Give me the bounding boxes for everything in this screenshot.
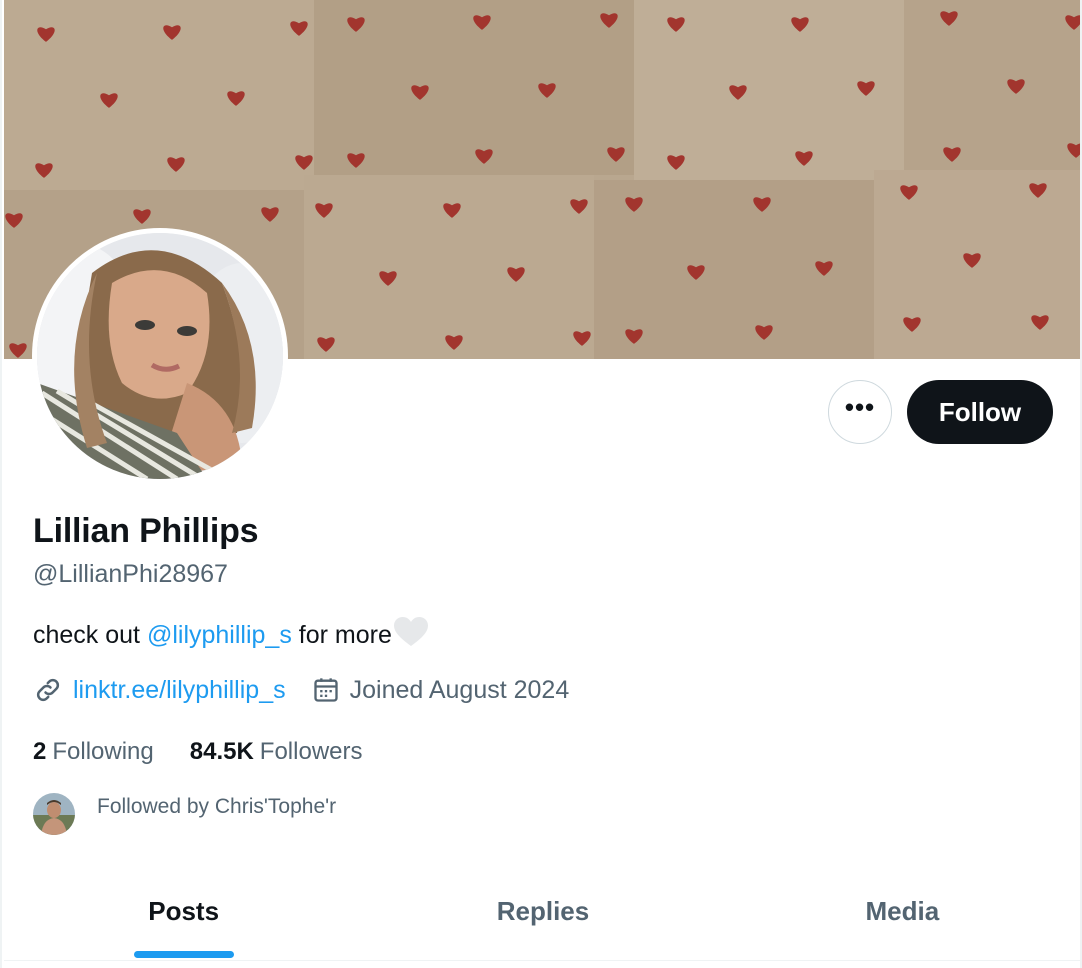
follow-button[interactable]: Follow [907, 380, 1053, 444]
following-count: 2 [33, 738, 47, 765]
tab-label: Media [865, 896, 940, 926]
white-heart-icon [393, 617, 428, 654]
followers-count: 84.5K [189, 738, 254, 765]
tabs-divider [4, 960, 1080, 961]
followed-by[interactable]: Followed by Chris'Tophe'r [33, 793, 336, 835]
profile-bio: check out @lilyphillip_s for more [33, 617, 428, 654]
more-options-button[interactable]: ••• [828, 380, 892, 444]
following-label: Following [52, 738, 154, 765]
tab-label: Posts [148, 896, 220, 926]
joined-date: Joined August 2024 [349, 675, 570, 704]
active-tab-indicator [133, 951, 234, 958]
followers-link[interactable]: 84.5K Followers [190, 738, 363, 766]
tab-replies[interactable]: Replies [363, 870, 722, 960]
bio-mention-link[interactable]: @lilyphillip_s [147, 621, 292, 650]
link-icon [33, 675, 63, 705]
bio-text-prefix: check out [33, 621, 147, 649]
profile-meta: linktr.ee/lilyphillip_s Joined August 20… [33, 675, 569, 705]
followers-label: Followers [259, 738, 363, 765]
tab-posts[interactable]: Posts [4, 870, 363, 960]
profile-page: ••• Follow Lillian Phillips @LillianPhi2… [0, 0, 1082, 968]
calendar-icon [312, 676, 340, 704]
following-link[interactable]: 2 Following [33, 738, 154, 766]
display-name: Lillian Phillips [33, 512, 259, 550]
bio-text-suffix: for more [291, 621, 392, 649]
followed-by-text: Followed by Chris'Tophe'r [97, 795, 337, 818]
follower-avatar [33, 793, 75, 835]
more-horizontal-icon: ••• [844, 392, 876, 422]
profile-stats: 2 Following 84.5K Followers [33, 738, 363, 766]
avatar-photo [37, 233, 283, 479]
tab-media[interactable]: Media [723, 870, 1080, 960]
profile-tabs: Posts Replies Media [4, 870, 1080, 960]
tab-label: Replies [496, 896, 590, 926]
website-link[interactable]: linktr.ee/lilyphillip_s [73, 676, 286, 705]
profile-avatar[interactable] [32, 228, 288, 484]
user-handle: @LillianPhi28967 [33, 560, 228, 588]
